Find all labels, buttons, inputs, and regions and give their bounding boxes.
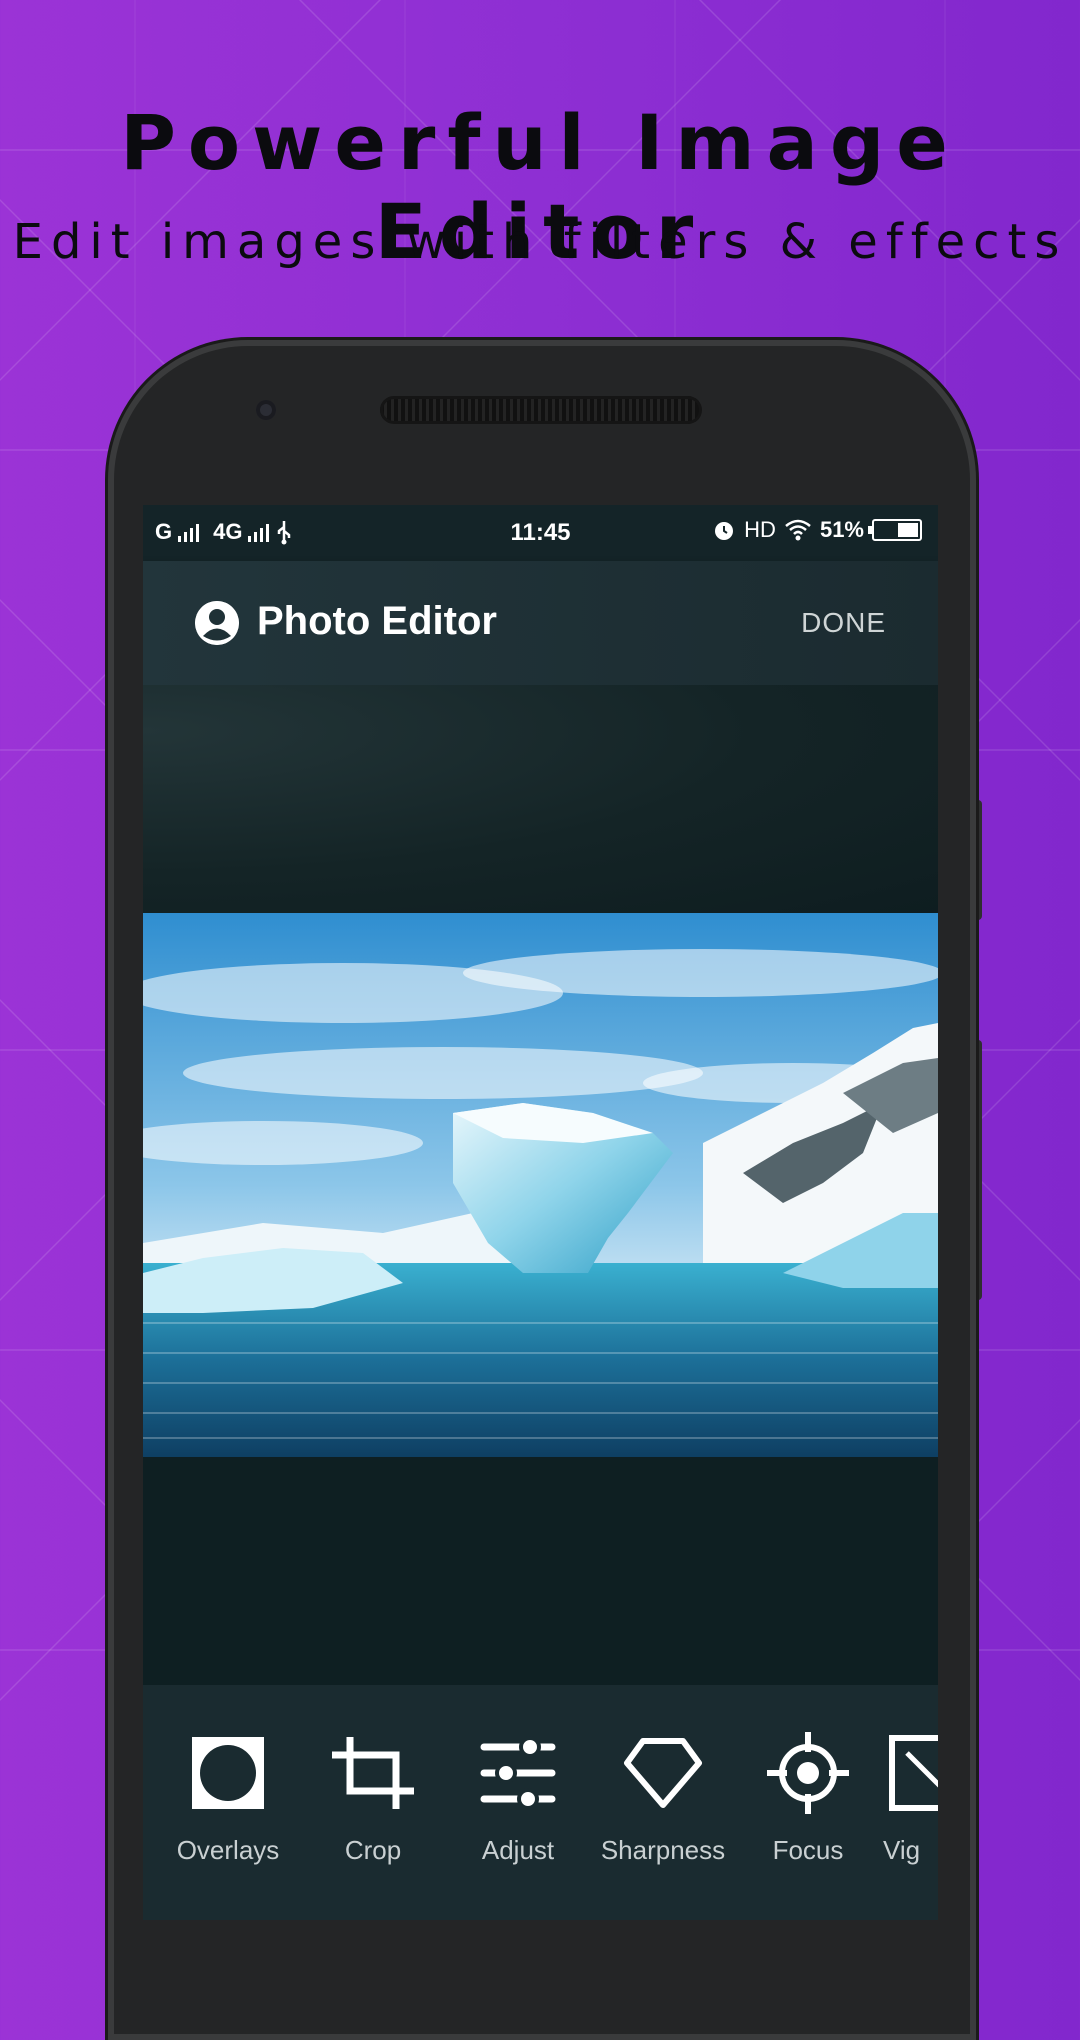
tool-label: Vig <box>883 1835 921 1865</box>
status-bar: G 4G 11:45 HD 51% <box>143 505 938 561</box>
tool-focus[interactable]: Focus <box>738 1732 878 1866</box>
tool-sharpness[interactable]: Sharpness <box>593 1735 733 1866</box>
phone-screen: G 4G 11:45 HD 51% Photo Editor DONE Over… <box>143 505 938 1920</box>
focus-icon <box>767 1732 849 1814</box>
phone-speaker <box>380 396 702 424</box>
battery-percent: 51% <box>819 517 864 542</box>
done-button[interactable]: DONE <box>801 607 886 639</box>
tool-label: Sharpness <box>600 1835 726 1865</box>
edited-photo[interactable] <box>143 913 938 1457</box>
hd-label: HD <box>744 517 776 542</box>
alarm-icon <box>715 522 734 540</box>
crop-icon <box>332 1737 414 1809</box>
tool-crop[interactable]: Crop <box>303 1735 443 1866</box>
vignette-icon <box>889 1735 938 1811</box>
tool-vignette[interactable]: Vig <box>883 1735 938 1866</box>
app-title: Photo Editor <box>257 599 497 643</box>
battery-icon <box>868 519 922 541</box>
wifi-icon <box>785 519 811 541</box>
canvas-area-top <box>143 685 938 915</box>
promo-subtitle: Edit images with filters & effects <box>12 214 1068 270</box>
tool-adjust[interactable]: Adjust <box>448 1735 588 1866</box>
tool-label: Overlays <box>176 1835 280 1865</box>
profile-icon[interactable] <box>195 601 239 645</box>
sharpness-icon <box>624 1738 702 1808</box>
overlays-icon <box>192 1737 264 1809</box>
canvas-area-bottom <box>143 1457 938 1687</box>
adjust-icon <box>480 1736 556 1810</box>
app-bar: Photo Editor DONE <box>143 561 938 685</box>
tool-label: Adjust <box>481 1835 555 1865</box>
tool-overlays[interactable]: Overlays <box>158 1735 298 1866</box>
phone-camera <box>256 400 276 420</box>
tool-label: Focus <box>772 1835 844 1865</box>
tool-label: Crop <box>344 1835 402 1865</box>
tool-bar: Overlays Crop Adjust Sharpness Focus Vig <box>143 1685 938 1920</box>
